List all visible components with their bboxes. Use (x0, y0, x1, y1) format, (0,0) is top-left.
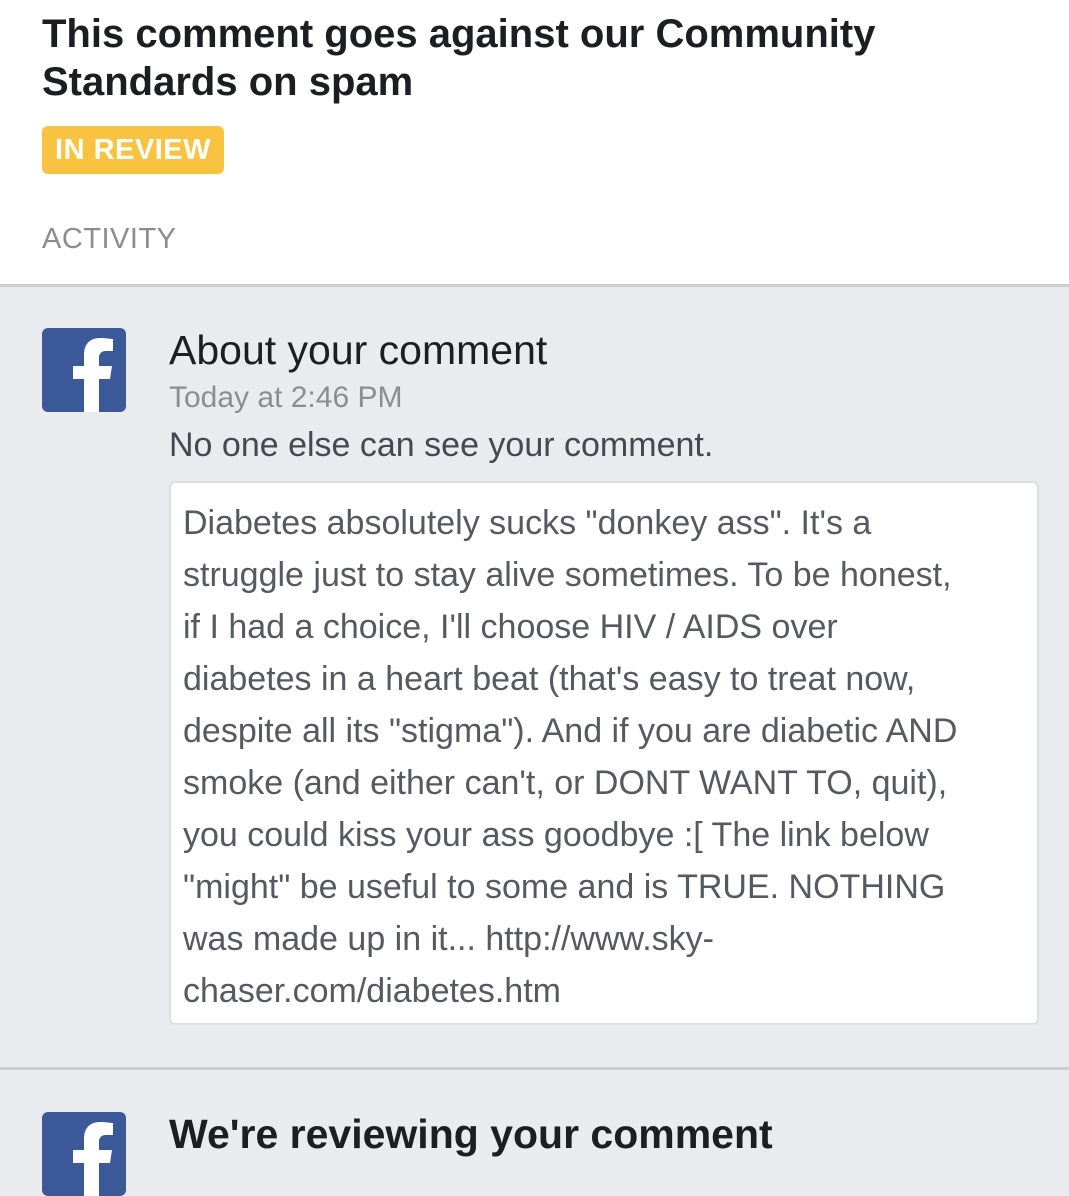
activity-item-time: Today at 2:46 PM (169, 381, 403, 414)
section-divider (0, 284, 1069, 287)
activity-item-message: No one else can see your comment. (169, 426, 714, 464)
activity-section-label: ACTIVITY (42, 223, 177, 255)
activity-item-title: We're reviewing your comment (169, 1111, 773, 1157)
status-badge: IN REVIEW (42, 126, 224, 174)
page-title: This comment goes against our Community … (42, 12, 876, 104)
comment-text: Diabetes absolutely sucks "donkey ass". … (169, 481, 1039, 1025)
facebook-icon (42, 1112, 126, 1196)
activity-item-title: About your comment (169, 327, 548, 373)
facebook-icon (42, 328, 126, 412)
report-header: This comment goes against our Community … (0, 0, 1069, 284)
activity-divider (0, 1067, 1069, 1070)
